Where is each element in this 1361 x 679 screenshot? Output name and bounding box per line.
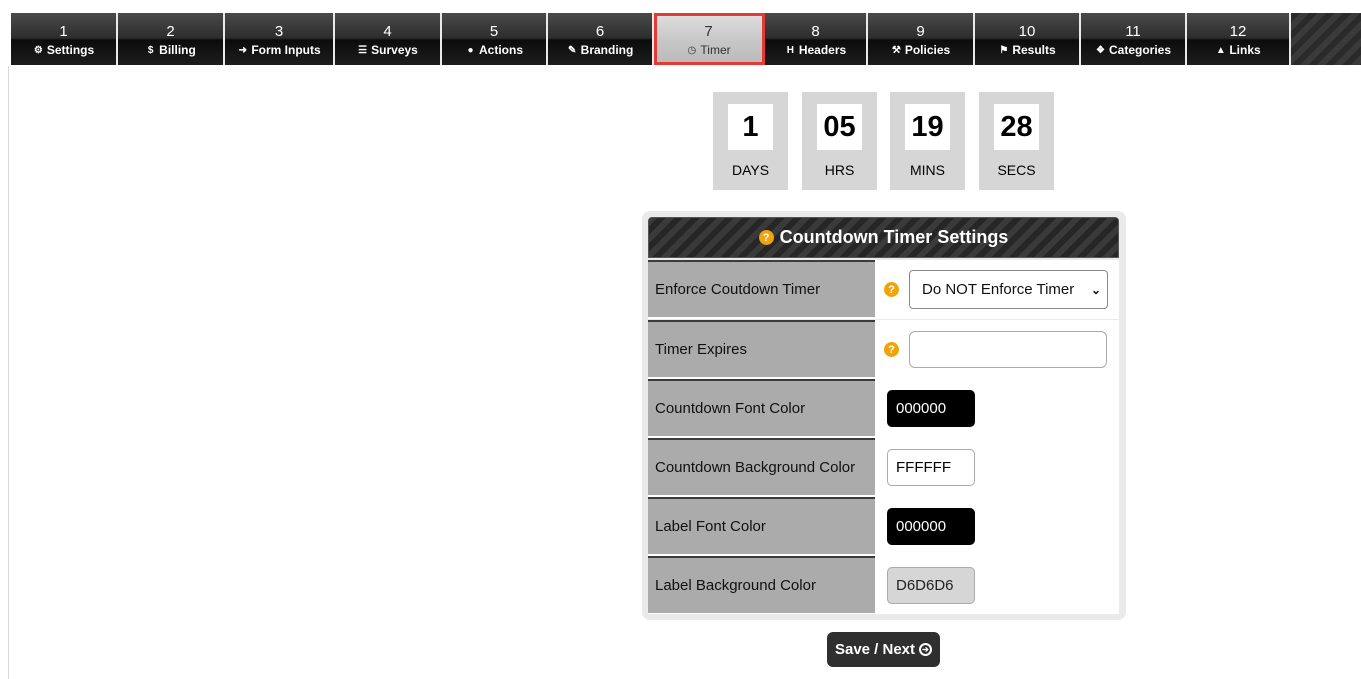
tab-links[interactable]: 12 ▲ Links bbox=[1187, 13, 1291, 65]
tab-label: Surveys bbox=[371, 43, 418, 57]
row-label-font-color: Label Font Color 000000 bbox=[648, 497, 1119, 556]
countdown-unit: HRS bbox=[824, 162, 855, 178]
user-icon: ● bbox=[467, 44, 474, 56]
tab-label: Branding bbox=[580, 43, 634, 57]
countdown-days: 1 DAYS bbox=[713, 92, 788, 190]
countdown-value: 28 bbox=[994, 104, 1039, 150]
panel-title: Countdown Timer Settings bbox=[779, 227, 1009, 247]
tab-timer[interactable]: 7 ◷ Timer bbox=[654, 13, 765, 65]
help-icon[interactable]: ? bbox=[884, 342, 899, 357]
field-label: Label Background Color bbox=[648, 556, 875, 613]
wizard-tab-bar: 1 ⚙ Settings 2 $ Billing 3 ➜ Form Inputs 4 … bbox=[11, 13, 1361, 65]
tab-results[interactable]: 10 ⚑ Results bbox=[975, 13, 1081, 65]
chevron-down-icon: ⌄ bbox=[1090, 283, 1101, 297]
countdown-unit: MINS bbox=[910, 162, 945, 178]
panel-header: ? Countdown Timer Settings bbox=[648, 217, 1119, 258]
flag-icon: ⚑ bbox=[999, 44, 1009, 56]
enforce-timer-select[interactable]: Do NOT Enforce Timer ⌄ bbox=[909, 270, 1108, 309]
tab-number: 10 bbox=[1018, 23, 1036, 40]
countdown-font-color-input[interactable]: 000000 bbox=[887, 390, 975, 427]
help-icon[interactable]: ? bbox=[758, 230, 774, 245]
timer-expires-input[interactable] bbox=[909, 331, 1107, 368]
countdown-unit: SECS bbox=[997, 162, 1036, 178]
tab-headers[interactable]: 8 H Headers bbox=[765, 13, 868, 65]
tab-number: 5 bbox=[489, 23, 499, 40]
row-enforce-timer: Enforce Coutdown Timer ? Do NOT Enforce … bbox=[648, 260, 1119, 319]
row-label-bg-color: Label Background Color D6D6D6 bbox=[648, 556, 1119, 614]
help-icon[interactable]: ? bbox=[884, 282, 899, 297]
countdown-value: 1 bbox=[728, 104, 773, 150]
field-label: Countdown Font Color bbox=[648, 379, 875, 436]
tab-label: Form Inputs bbox=[251, 43, 321, 57]
label-bg-color-input[interactable]: D6D6D6 bbox=[887, 567, 975, 604]
tab-label: Categories bbox=[1108, 43, 1172, 57]
tab-form-inputs[interactable]: 3 ➜ Form Inputs bbox=[225, 13, 335, 65]
button-label: Save / Next bbox=[834, 641, 916, 658]
countdown-settings-panel: ? Countdown Timer Settings Enforce Coutd… bbox=[642, 211, 1126, 620]
sign-in-icon: ➜ bbox=[238, 44, 248, 56]
row-timer-expires: Timer Expires ? bbox=[648, 320, 1119, 379]
list-icon: ☰ bbox=[358, 44, 368, 56]
tab-number: 3 bbox=[274, 23, 284, 40]
field-label: Countdown Background Color bbox=[648, 438, 875, 495]
tab-label: Results bbox=[1012, 43, 1056, 57]
cubes-icon: ❖ bbox=[1096, 44, 1105, 56]
tab-branding[interactable]: 6 ✎ Branding bbox=[548, 13, 654, 65]
field-label: Label Font Color bbox=[648, 497, 875, 554]
tab-number: 7 bbox=[704, 23, 713, 40]
tab-categories[interactable]: 11 ❖ Categories bbox=[1081, 13, 1187, 65]
countdown-seconds: 28 SECS bbox=[979, 92, 1054, 190]
tab-number: 1 bbox=[59, 23, 68, 40]
tab-surveys[interactable]: 4 ☰ Surveys bbox=[335, 13, 442, 65]
heading-icon: H bbox=[786, 44, 794, 56]
countdown-value: 05 bbox=[817, 104, 862, 150]
field-label: Timer Expires bbox=[648, 320, 875, 377]
tab-number: 11 bbox=[1125, 23, 1141, 40]
tab-settings[interactable]: 1 ⚙ Settings bbox=[11, 13, 118, 65]
tab-label: Headers bbox=[798, 43, 847, 57]
tab-number: 9 bbox=[916, 23, 925, 40]
tab-number: 2 bbox=[166, 23, 175, 40]
tab-number: 4 bbox=[383, 23, 392, 40]
save-next-button[interactable]: Save / Next ➔ bbox=[827, 632, 940, 667]
clock-icon: ◷ bbox=[687, 44, 697, 56]
gear-icon: ⚙ bbox=[33, 44, 43, 56]
field-label: Enforce Coutdown Timer bbox=[648, 260, 875, 317]
gavel-icon: ⚒ bbox=[891, 44, 901, 56]
brush-icon: ✎ bbox=[567, 44, 577, 56]
countdown-minutes: 19 MINS bbox=[890, 92, 965, 190]
tab-label: Actions bbox=[478, 43, 523, 57]
countdown-value: 19 bbox=[905, 104, 950, 150]
tab-label: Billing bbox=[159, 43, 196, 57]
row-countdown-font-color: Countdown Font Color 000000 bbox=[648, 379, 1119, 438]
pointer-icon: ▲ bbox=[1215, 44, 1226, 56]
countdown-hours: 05 HRS bbox=[802, 92, 877, 190]
tab-actions[interactable]: 5 ● Actions bbox=[442, 13, 548, 65]
tab-label: Settings bbox=[46, 43, 95, 57]
tab-number: 8 bbox=[811, 23, 820, 40]
tab-number: 6 bbox=[595, 23, 605, 40]
tab-label: Policies bbox=[904, 43, 951, 57]
label-font-color-input[interactable]: 000000 bbox=[887, 508, 975, 545]
tab-label: Timer bbox=[700, 43, 731, 57]
tab-policies[interactable]: 9 ⚒ Policies bbox=[868, 13, 975, 65]
countdown-bg-color-input[interactable]: FFFFFF bbox=[887, 449, 975, 486]
tab-label: Links bbox=[1229, 43, 1261, 57]
dollar-icon: $ bbox=[147, 44, 154, 56]
countdown-unit: DAYS bbox=[731, 162, 770, 178]
select-value: Do NOT Enforce Timer bbox=[922, 281, 1075, 298]
arrow-circle-right-icon: ➔ bbox=[919, 643, 933, 656]
tab-billing[interactable]: 2 $ Billing bbox=[118, 13, 225, 65]
page-border bbox=[8, 66, 9, 679]
tab-number: 12 bbox=[1229, 23, 1247, 40]
row-countdown-bg-color: Countdown Background Color FFFFFF bbox=[648, 438, 1119, 497]
